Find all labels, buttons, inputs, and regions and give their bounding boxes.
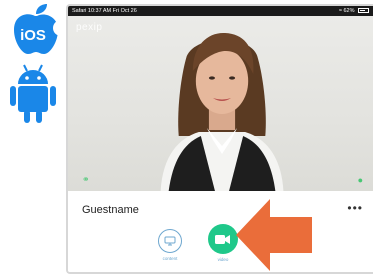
participant-name: Guestname [82,204,139,216]
content-button[interactable]: content [154,229,186,261]
tablet-device: Safari 10:37 AM Fri Oct 26 ≈ 62% pexip ⚭… [66,4,373,274]
video-toggle-button[interactable]: video [207,224,239,262]
status-bar: Safari 10:37 AM Fri Oct 26 ≈ 62% [68,6,373,16]
video-camera-icon [208,224,238,254]
orange-arrow-pointer [236,199,312,271]
android-icon [10,64,56,123]
participant-video-image [160,32,284,191]
video-stream[interactable]: pexip ⚭ ● [68,16,373,191]
more-options-button[interactable]: ••• [347,201,363,215]
battery-percent: 62% [343,8,355,14]
status-time: Safari 10:37 AM Fri Oct 26 [72,8,137,14]
microphone-icon: ● [357,175,363,185]
ios-label: iOS [20,27,46,44]
apple-icon: iOS [14,4,64,55]
video-label: video [217,257,229,262]
page: iOS Safari 10:37 AM Fri Oct 26 ≈ 62% pex… [0,0,373,274]
pexip-brand-label: pexip [76,22,103,33]
wifi-icon: ≈ [338,8,342,14]
battery-icon [358,8,369,13]
headset-icon: ⚭ [82,174,90,184]
content-icon [158,229,182,253]
content-label: content [162,256,178,261]
status-battery: ≈ 62% [339,6,369,16]
call-control-panel: Guestname ••• content video [68,191,373,272]
os-logos: iOS [0,0,68,274]
